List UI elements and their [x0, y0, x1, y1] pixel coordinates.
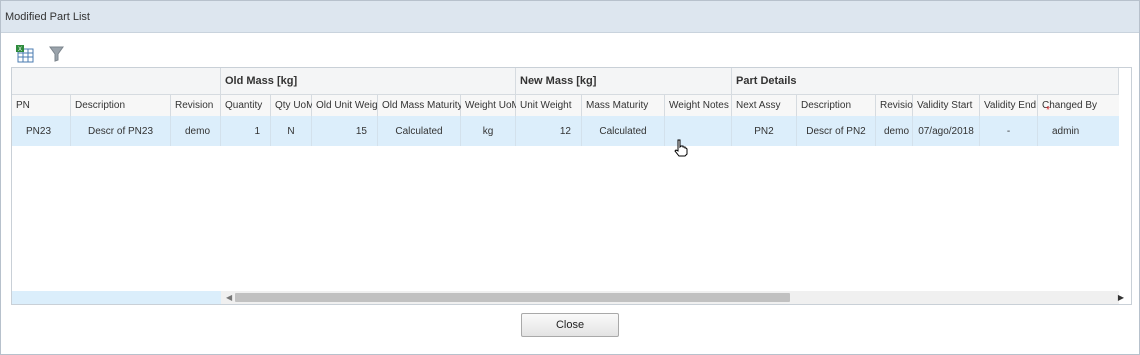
table-row[interactable]: PN23 Descr of PN23 demo 1 N 15 Calculate…	[12, 116, 1119, 146]
scroll-left-icon[interactable]: ◀	[226, 293, 232, 302]
dialog-titlebar[interactable]: Modified Part List	[1, 1, 1139, 33]
cell-unit-weight[interactable]: 12	[516, 116, 582, 146]
cell-validity-end[interactable]: -	[980, 116, 1038, 146]
filter-icon[interactable]	[47, 44, 67, 64]
col-header-old-unit-weight[interactable]: Old Unit Weight	[312, 95, 386, 117]
col-header-part-revision[interactable]: Revision	[876, 95, 918, 117]
col-header-unit-weight[interactable]: Unit Weight	[516, 95, 582, 117]
excel-export-icon[interactable]: X	[15, 44, 35, 64]
cell-qty-uom[interactable]: N	[271, 116, 312, 146]
cell-old-mass-maturity[interactable]: Calculated	[378, 116, 461, 146]
modified-part-list-dialog: Modified Part List X Old Mass [kg] New M…	[0, 0, 1140, 355]
col-header-description[interactable]: Description	[71, 95, 171, 117]
col-header-revision[interactable]: Revision	[171, 95, 221, 117]
group-header-part	[12, 68, 221, 94]
col-header-old-mass-maturity[interactable]: Old Mass Maturity	[378, 95, 463, 117]
close-button[interactable]: Close	[521, 313, 619, 337]
col-header-weight-notes[interactable]: Weight Notes	[665, 95, 732, 117]
col-header-changed-by[interactable]: * Changed By	[1038, 95, 1119, 117]
col-header-pn[interactable]: PN	[12, 95, 71, 117]
group-header-row: Old Mass [kg] New Mass [kg] Part Details	[12, 68, 1119, 94]
required-marker: *	[1046, 105, 1050, 116]
changed-by-label: Changed By	[1042, 100, 1098, 111]
col-header-next-assy[interactable]: Next Assy	[732, 95, 797, 117]
dialog-title: Modified Part List	[5, 11, 90, 23]
scroll-right-icon[interactable]: ▶	[1118, 293, 1124, 302]
toolbar: X	[11, 41, 1131, 67]
col-header-qty-uom[interactable]: Qty UoM	[271, 95, 314, 117]
col-header-validity-start[interactable]: Validity Start	[913, 95, 980, 117]
cell-part-description[interactable]: Descr of PN2	[797, 116, 876, 146]
col-header-mass-maturity[interactable]: Mass Maturity	[582, 95, 665, 117]
col-header-validity-end[interactable]: Validity End	[980, 95, 1038, 117]
column-header-row: PN Description Revision Quantity Qty UoM…	[12, 94, 1119, 118]
hand-cursor-icon	[674, 139, 688, 157]
group-header-new-mass: New Mass [kg]	[516, 68, 732, 94]
group-header-part-details: Part Details	[732, 68, 1119, 94]
cell-next-assy[interactable]: PN2	[732, 116, 797, 146]
cell-pn[interactable]: PN23	[12, 116, 71, 146]
cell-weight-uom[interactable]: kg	[461, 116, 516, 146]
cell-old-unit-weight[interactable]: 15	[312, 116, 378, 146]
cell-revision[interactable]: demo	[171, 116, 221, 146]
cell-quantity[interactable]: 1	[221, 116, 271, 146]
cell-mass-maturity[interactable]: Calculated	[582, 116, 665, 146]
col-header-quantity[interactable]: Quantity	[221, 95, 271, 117]
cell-validity-start[interactable]: 07/ago/2018	[913, 116, 980, 146]
cell-changed-by[interactable]: admin	[1038, 116, 1119, 146]
col-header-part-description[interactable]: Description	[797, 95, 876, 117]
svg-text:X: X	[18, 47, 22, 53]
col-header-weight-uom[interactable]: Weight UoM	[461, 95, 520, 117]
scrollbar-thumb[interactable]	[235, 293, 790, 302]
dialog-footer: Close	[1, 303, 1139, 354]
cell-description[interactable]: Descr of PN23	[71, 116, 171, 146]
cell-part-revision[interactable]: demo	[876, 116, 913, 146]
part-list-grid: Old Mass [kg] New Mass [kg] Part Details…	[11, 67, 1132, 305]
group-header-old-mass: Old Mass [kg]	[221, 68, 516, 94]
